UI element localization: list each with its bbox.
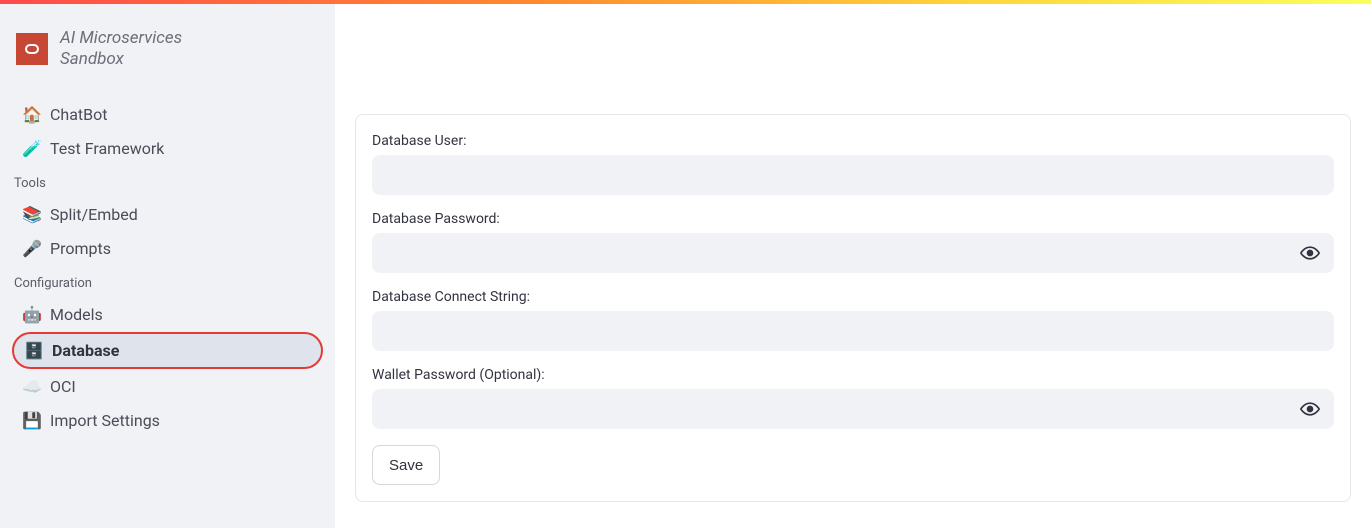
field-label: Wallet Password (Optional): (372, 367, 1334, 383)
brand-block: AI Microservices Sandbox (12, 4, 323, 89)
eye-icon[interactable] (1296, 233, 1324, 273)
field-wallet-password: Wallet Password (Optional): (372, 367, 1334, 429)
field-db-password: Database Password: (372, 211, 1334, 273)
database-icon: 🗄️ (24, 341, 44, 360)
sidebar-item-database[interactable]: 🗄️ Database (12, 332, 323, 369)
database-config-panel: Database User: Database Password: Databa… (355, 114, 1351, 502)
robot-icon: 🤖 (22, 305, 42, 324)
nav-section-tools: Tools (12, 166, 323, 197)
sidebar-item-test-framework[interactable]: 🧪 Test Framework (12, 132, 323, 165)
sidebar-item-label: Models (50, 305, 103, 324)
db-user-input[interactable] (372, 155, 1334, 195)
house-icon: 🏠 (22, 105, 42, 124)
sidebar-item-label: Database (52, 341, 119, 360)
field-label: Database Connect String: (372, 289, 1334, 305)
cloud-icon: ☁️ (22, 377, 42, 396)
save-button[interactable]: Save (372, 445, 440, 485)
sidebar-item-models[interactable]: 🤖 Models (12, 298, 323, 331)
field-label: Database User: (372, 133, 1334, 149)
brand-title-line2: Sandbox (60, 49, 182, 70)
sidebar-item-oci[interactable]: ☁️ OCI (12, 370, 323, 403)
nav-primary: 🏠 ChatBot 🧪 Test Framework Tools 📚 Split… (12, 89, 323, 437)
floppy-disk-icon: 💾 (22, 411, 42, 430)
brand-logo-icon (16, 33, 48, 65)
sidebar-item-split-embed[interactable]: 📚 Split/Embed (12, 198, 323, 231)
sidebar-item-label: Split/Embed (50, 205, 138, 224)
nav-section-configuration: Configuration (12, 266, 323, 297)
brand-title: AI Microservices Sandbox (60, 28, 182, 71)
microphone-icon: 🎤 (22, 239, 42, 258)
sidebar-item-prompts[interactable]: 🎤 Prompts (12, 232, 323, 265)
wallet-password-input[interactable] (372, 389, 1334, 429)
db-connect-string-input[interactable] (372, 311, 1334, 351)
sidebar: AI Microservices Sandbox 🏠 ChatBot 🧪 Tes… (0, 4, 335, 528)
brand-title-line1: AI Microservices (60, 28, 182, 49)
eye-icon[interactable] (1296, 389, 1324, 429)
sidebar-item-label: ChatBot (50, 105, 108, 124)
sidebar-item-chatbot[interactable]: 🏠 ChatBot (12, 98, 323, 131)
field-label: Database Password: (372, 211, 1334, 227)
field-db-connect-string: Database Connect String: (372, 289, 1334, 351)
db-password-input[interactable] (372, 233, 1334, 273)
field-db-user: Database User: (372, 133, 1334, 195)
sidebar-item-label: Prompts (50, 239, 111, 258)
sidebar-item-label: Import Settings (50, 411, 160, 430)
sidebar-item-import-settings[interactable]: 💾 Import Settings (12, 404, 323, 437)
sidebar-item-label: Test Framework (50, 139, 164, 158)
books-icon: 📚 (22, 205, 42, 224)
sidebar-item-label: OCI (50, 377, 76, 396)
test-tube-icon: 🧪 (22, 139, 42, 158)
main-content: Database User: Database Password: Databa… (335, 4, 1371, 528)
